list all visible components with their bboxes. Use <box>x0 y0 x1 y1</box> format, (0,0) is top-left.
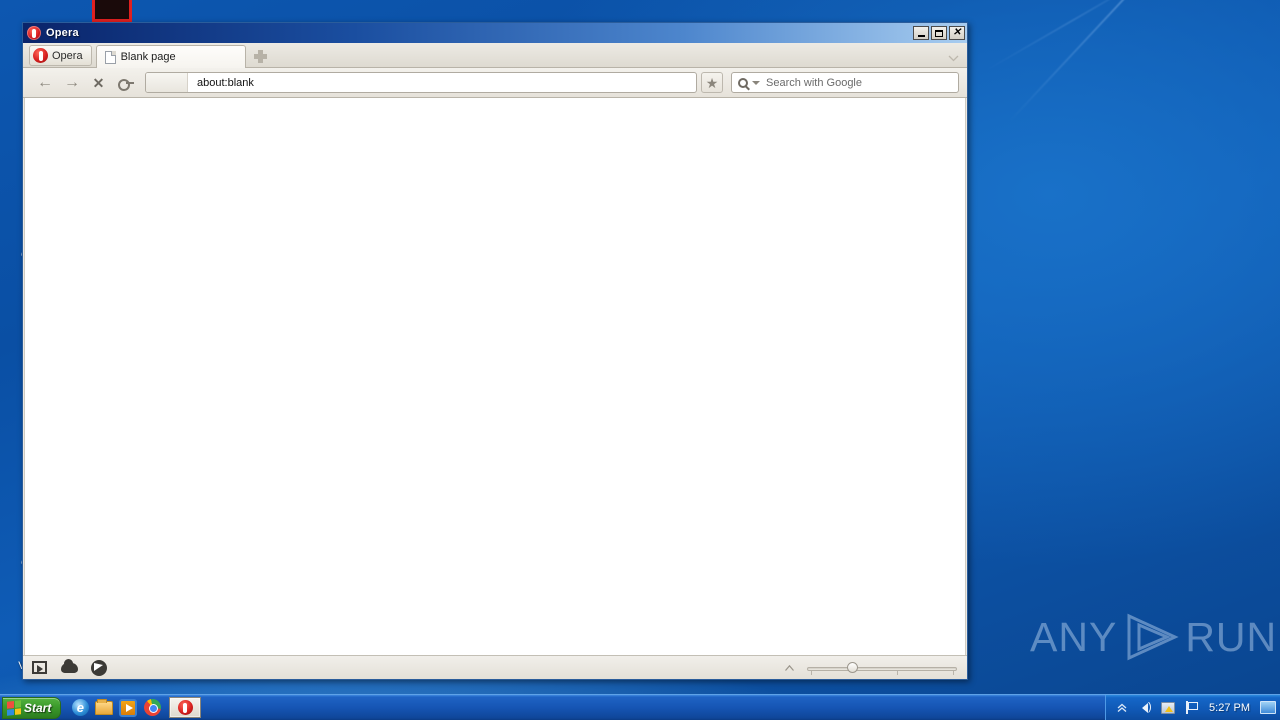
opera-icon <box>27 26 41 40</box>
window-title: Opera <box>46 27 79 39</box>
forward-button[interactable] <box>58 72 85 94</box>
back-button[interactable] <box>31 72 58 94</box>
triangle-up-icon[interactable] <box>781 660 797 676</box>
chevron-down-icon[interactable] <box>947 52 959 64</box>
stop-button[interactable]: ✕ <box>85 72 112 94</box>
opera-menu-label: Opera <box>52 49 83 62</box>
wallpaper-streak <box>1009 0 1236 122</box>
taskbar-button-opera[interactable] <box>169 697 202 718</box>
opera-turbo-icon[interactable] <box>89 659 109 677</box>
zoom-slider-tick <box>811 670 812 675</box>
opera-browser-window[interactable]: Opera ✕ Opera Blank page ✕ about:blank <box>22 22 968 680</box>
arrow-right-icon <box>64 77 79 89</box>
key-icon <box>117 78 134 91</box>
url-badge <box>146 73 188 92</box>
show-desktop-button[interactable] <box>1260 701 1276 714</box>
show-hidden-icons-button[interactable] <box>1114 700 1130 716</box>
navigation-toolbar[interactable]: ✕ about:blank ★ Search with Google <box>23 68 967 98</box>
volume-icon[interactable] <box>1137 700 1153 716</box>
media-play-icon[interactable] <box>29 659 49 677</box>
new-tab-button[interactable] <box>248 45 274 67</box>
zoom-slider-track <box>807 666 957 671</box>
flag-icon[interactable] <box>1183 700 1199 716</box>
file-explorer-icon[interactable] <box>93 697 115 719</box>
tab-title: Blank page <box>120 51 176 63</box>
opera-icon <box>33 48 48 63</box>
address-bar[interactable]: about:blank <box>145 72 697 93</box>
close-x-icon: ✕ <box>92 74 105 91</box>
start-button[interactable]: Start <box>2 696 62 719</box>
chevron-down-icon[interactable] <box>752 80 760 85</box>
zoom-slider-handle[interactable] <box>847 661 858 673</box>
windows-taskbar[interactable]: Start 5:27 PM <box>0 694 1280 720</box>
minimize-button[interactable] <box>913 26 929 40</box>
wallpaper-streak <box>984 0 1159 72</box>
clock[interactable]: 5:27 PM <box>1206 702 1253 714</box>
background-window-artifact <box>92 0 132 22</box>
blank-page-icon <box>104 50 116 64</box>
quick-launch-bar[interactable] <box>69 697 163 719</box>
address-input[interactable]: about:blank <box>188 77 696 89</box>
windows-logo-icon <box>7 699 21 716</box>
google-chrome-icon[interactable] <box>141 697 163 719</box>
system-tray[interactable]: 5:27 PM <box>1105 694 1280 720</box>
star-icon: ★ <box>705 74 719 91</box>
window-title-bar[interactable]: Opera ✕ <box>23 23 967 43</box>
arrow-left-icon <box>37 77 52 89</box>
window-controls: ✕ <box>913 26 965 40</box>
cloud-icon[interactable] <box>59 658 79 677</box>
close-button[interactable]: ✕ <box>949 26 965 40</box>
page-content-area[interactable] <box>24 98 966 655</box>
status-bar[interactable] <box>23 655 967 679</box>
internet-explorer-icon[interactable] <box>69 697 91 719</box>
search-input[interactable]: Search with Google <box>766 77 862 89</box>
search-box[interactable]: Search with Google <box>731 72 959 93</box>
windows-media-player-icon[interactable] <box>117 697 139 719</box>
search-icon <box>738 77 748 88</box>
tab-bar[interactable]: Opera Blank page <box>23 43 967 68</box>
tab-blank-page[interactable]: Blank page <box>95 45 246 68</box>
plus-icon <box>254 49 268 63</box>
start-button-label: Start <box>24 700 52 715</box>
opera-menu-button[interactable]: Opera <box>29 45 92 66</box>
zoom-slider[interactable] <box>807 659 957 677</box>
security-button[interactable] <box>112 72 139 94</box>
network-warning-icon[interactable] <box>1160 700 1176 716</box>
opera-icon <box>177 700 193 715</box>
zoom-slider-tick <box>897 670 898 675</box>
zoom-slider-tick <box>953 670 954 675</box>
maximize-button[interactable] <box>931 26 947 40</box>
bookmark-star-button[interactable]: ★ <box>701 72 723 93</box>
